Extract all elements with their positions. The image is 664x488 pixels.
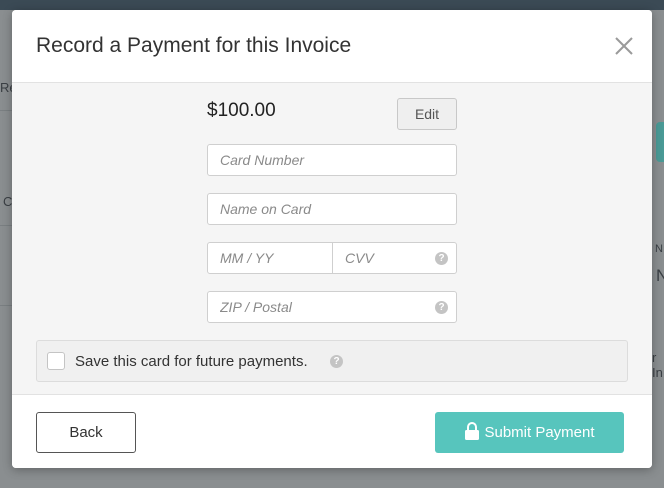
background-divider: [0, 225, 12, 226]
close-button[interactable]: [612, 34, 636, 58]
submit-payment-label: Submit Payment: [484, 424, 595, 441]
back-button[interactable]: Back: [36, 412, 136, 453]
zip-help-icon[interactable]: ?: [435, 301, 448, 314]
background-text: C: [3, 194, 13, 209]
lock-icon: [465, 422, 480, 441]
payment-amount: $100.00: [207, 100, 276, 121]
modal-footer: Back Submit Payment: [12, 394, 652, 468]
background-text: N: [656, 266, 664, 285]
modal-header: Record a Payment for this Invoice: [12, 10, 652, 83]
background-text: r In: [652, 350, 663, 380]
save-card-row: Save this card for future payments. ?: [36, 340, 628, 382]
expiry-input[interactable]: [208, 243, 332, 273]
background-button: [656, 122, 664, 162]
cvv-field[interactable]: ?: [332, 242, 457, 274]
save-card-help-icon[interactable]: ?: [330, 355, 343, 368]
card-number-field[interactable]: [207, 144, 457, 176]
background-text: N: [655, 243, 663, 255]
zip-input[interactable]: [208, 292, 456, 322]
save-card-checkbox[interactable]: [47, 352, 65, 370]
zip-field[interactable]: ?: [207, 291, 457, 323]
background-divider: [0, 110, 12, 111]
name-on-card-field[interactable]: [207, 193, 457, 225]
close-icon: [615, 37, 633, 55]
cvv-help-icon[interactable]: ?: [435, 252, 448, 265]
app-header-bar: [0, 0, 664, 10]
expiry-field[interactable]: [207, 242, 333, 274]
edit-amount-button[interactable]: Edit: [397, 98, 457, 130]
modal-title: Record a Payment for this Invoice: [36, 34, 352, 57]
background-divider: [0, 305, 12, 306]
save-card-label[interactable]: Save this card for future payments.: [75, 353, 308, 370]
card-number-input[interactable]: [208, 145, 456, 175]
payment-modal: Record a Payment for this Invoice $100.0…: [12, 10, 652, 468]
submit-payment-button[interactable]: Submit Payment: [435, 412, 624, 453]
name-on-card-input[interactable]: [208, 194, 456, 224]
